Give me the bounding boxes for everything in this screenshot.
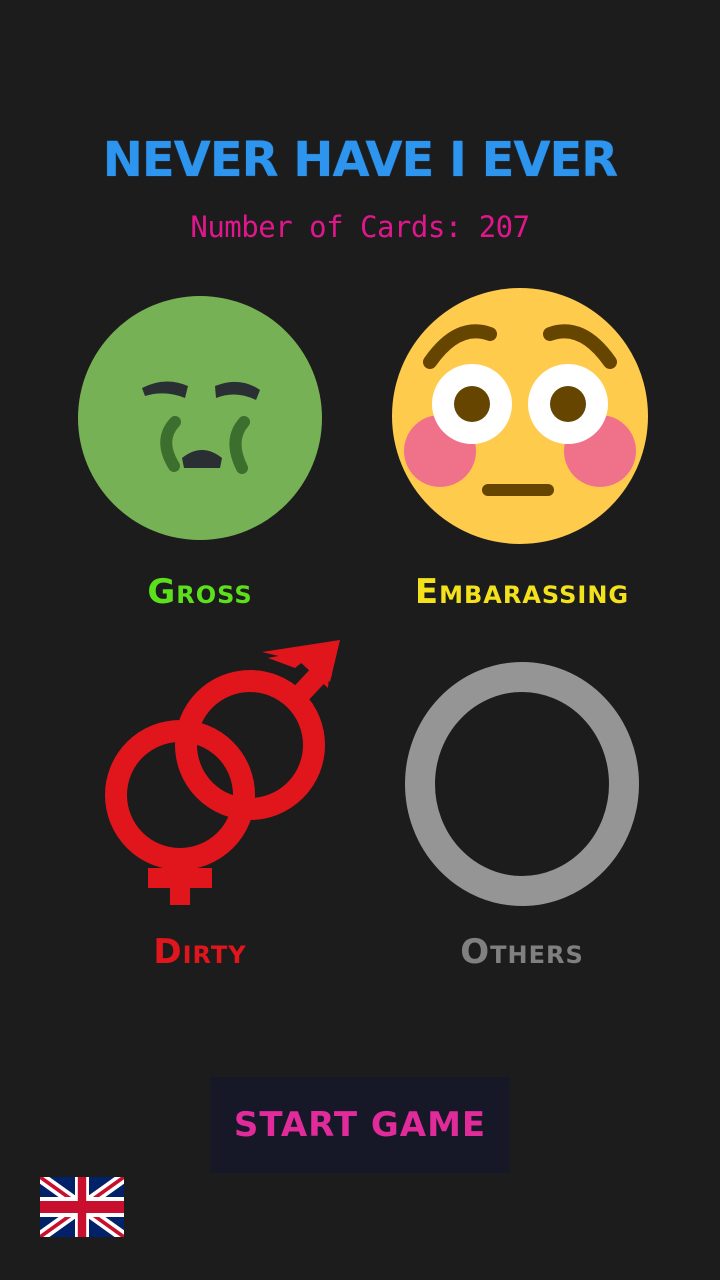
category-label-others: Others (460, 932, 584, 972)
category-others[interactable]: Others (372, 640, 672, 980)
category-label-embarassing: Embarassing (414, 572, 630, 612)
category-gross[interactable]: Gross (60, 280, 340, 620)
category-label-gross: Gross (147, 572, 253, 612)
category-label-dirty: Dirty (153, 932, 247, 972)
category-embarassing[interactable]: Embarassing (372, 280, 672, 620)
page-title: NEVER HAVE I EVER (102, 132, 619, 188)
flushed-face-icon (392, 288, 648, 544)
male-female-symbol-icon (105, 640, 340, 905)
category-dirty[interactable]: Dirty (60, 640, 340, 980)
uk-flag-icon[interactable] (40, 1177, 124, 1237)
nauseated-face-icon (78, 296, 322, 540)
card-count: Number of Cards: 207 (190, 210, 530, 244)
start-game-button[interactable]: START GAME (210, 1077, 510, 1173)
letter-o-icon (405, 662, 639, 906)
